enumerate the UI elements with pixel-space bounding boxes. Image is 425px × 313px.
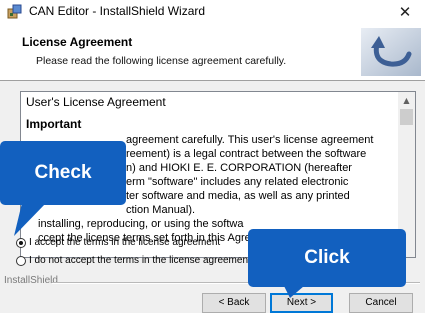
decline-radio-label[interactable]: I do not accept the terms in the license… bbox=[29, 255, 251, 266]
close-button[interactable]: ✕ bbox=[385, 0, 425, 24]
accept-radio-option[interactable]: I accept the terms in the license agreem… bbox=[16, 237, 220, 248]
license-title: User's License Agreement bbox=[26, 95, 166, 109]
click-callout: Click bbox=[248, 229, 406, 287]
accept-radio-label[interactable]: I accept the terms in the license agreem… bbox=[29, 237, 220, 248]
license-line: ction Manual). bbox=[126, 204, 196, 216]
scroll-up-arrow-icon[interactable]: ▲ bbox=[398, 92, 415, 109]
next-button[interactable]: Next > bbox=[270, 293, 333, 313]
cancel-button[interactable]: Cancel bbox=[349, 293, 413, 313]
scroll-thumb[interactable] bbox=[400, 109, 413, 125]
wizard-header: License Agreement Please read the follow… bbox=[0, 24, 425, 81]
decline-radio-option[interactable]: I do not accept the terms in the license… bbox=[16, 255, 251, 266]
check-callout: Check bbox=[0, 141, 126, 205]
close-icon: ✕ bbox=[398, 3, 412, 21]
back-button[interactable]: < Back bbox=[202, 293, 266, 313]
page-subtitle: Please read the following license agreem… bbox=[36, 55, 287, 67]
page-title: License Agreement bbox=[22, 35, 133, 49]
license-heading: Important bbox=[26, 117, 82, 131]
accept-radio-button[interactable] bbox=[16, 237, 26, 248]
installshield-brand-label: InstallShield bbox=[4, 275, 58, 286]
installer-window: CAN Editor - InstallShield Wizard ✕ Lice… bbox=[0, 0, 425, 313]
installshield-logo-icon bbox=[361, 28, 421, 76]
title-bar: CAN Editor - InstallShield Wizard ✕ bbox=[0, 0, 425, 24]
decline-radio-button[interactable] bbox=[16, 255, 26, 266]
window-title: CAN Editor - InstallShield Wizard bbox=[29, 4, 206, 18]
installer-icon bbox=[7, 4, 22, 19]
